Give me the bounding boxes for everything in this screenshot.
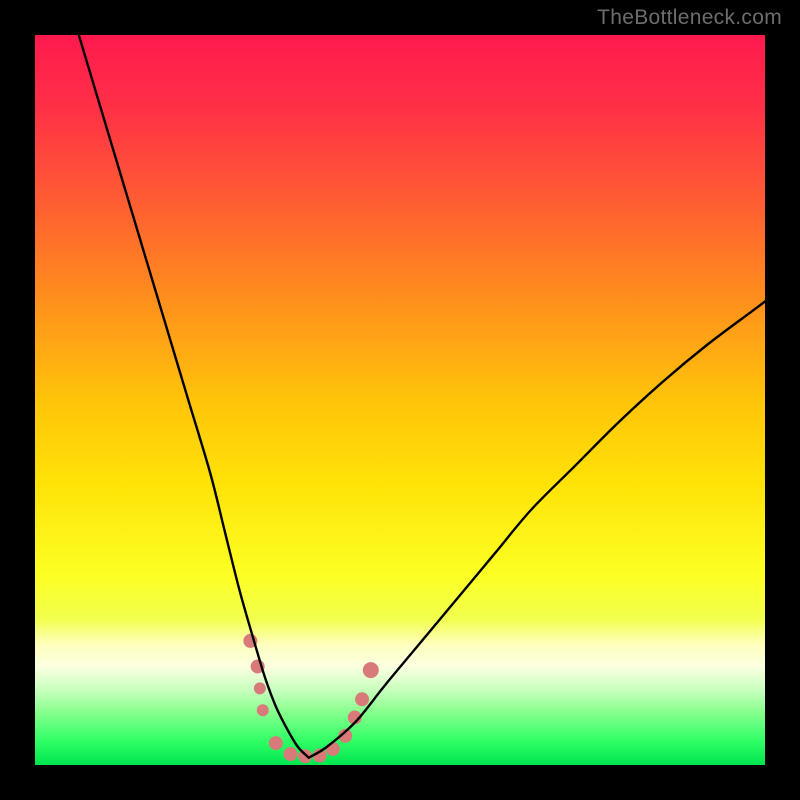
watermark-text: TheBottleneck.com bbox=[597, 6, 782, 30]
valley-dot bbox=[326, 742, 340, 756]
chart-overlay bbox=[35, 35, 765, 765]
valley-dot bbox=[269, 736, 283, 750]
chart-frame: TheBottleneck.com bbox=[0, 0, 800, 800]
valley-dot bbox=[355, 692, 369, 706]
right-curve bbox=[309, 301, 765, 757]
valley-dot bbox=[363, 662, 379, 678]
valley-dot bbox=[257, 704, 269, 716]
valley-dot bbox=[254, 682, 266, 694]
valley-markers bbox=[243, 634, 378, 763]
valley-dot bbox=[284, 747, 298, 761]
plot-area bbox=[35, 35, 765, 765]
left-curve bbox=[79, 35, 309, 758]
